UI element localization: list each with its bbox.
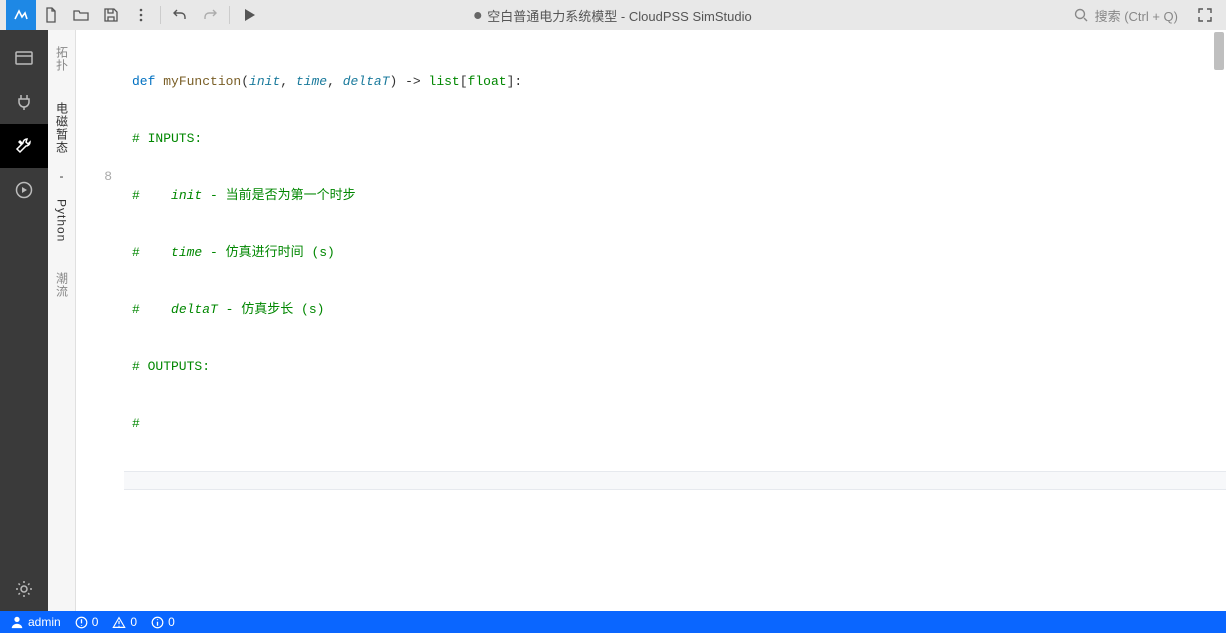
status-warnings-count: 0: [130, 615, 137, 629]
search-icon: [1073, 7, 1089, 23]
fullscreen-icon: [1197, 7, 1213, 23]
gear-icon: [14, 579, 34, 599]
logo-icon: [13, 7, 29, 23]
search-input[interactable]: 搜索 (Ctrl + Q): [1067, 4, 1184, 27]
separator: [160, 6, 161, 24]
toolbar-right: 搜索 (Ctrl + Q): [1067, 0, 1220, 30]
title-prefix: 空白普通电力系统模型: [487, 9, 617, 24]
current-line[interactable]: [124, 471, 1226, 490]
rail-item-components[interactable]: [0, 80, 48, 124]
status-warnings[interactable]: 0: [112, 615, 137, 629]
code-content[interactable]: def myFunction(init, time, deltaT) -> li…: [124, 30, 1226, 611]
folder-open-icon: [73, 7, 89, 23]
window-title: 空白普通电力系统模型 - CloudPSS SimStudio: [474, 6, 751, 25]
tab-powerflow[interactable]: 潮流: [56, 266, 68, 304]
play-circle-icon: [14, 180, 34, 200]
rail-item-settings[interactable]: [0, 567, 48, 611]
file-icon: [43, 7, 59, 23]
status-errors-count: 0: [92, 615, 99, 629]
logo-button[interactable]: [6, 0, 36, 30]
status-user[interactable]: admin: [10, 615, 61, 629]
open-file-button[interactable]: [66, 0, 96, 30]
separator: [229, 6, 230, 24]
search-placeholder: 搜索 (Ctrl + Q): [1095, 6, 1178, 25]
more-menu-button[interactable]: [126, 0, 156, 30]
new-file-button[interactable]: [36, 0, 66, 30]
redo-button[interactable]: [195, 0, 225, 30]
undo-button[interactable]: [165, 0, 195, 30]
status-infos[interactable]: 0: [151, 615, 175, 629]
fullscreen-button[interactable]: [1190, 0, 1220, 30]
tab-topology[interactable]: 拓扑: [56, 40, 68, 78]
play-icon: [241, 7, 257, 23]
info-icon: [151, 616, 164, 629]
status-bar: admin 0 0 0: [0, 611, 1226, 633]
status-infos-count: 0: [168, 615, 175, 629]
toolbar-left: [6, 0, 264, 30]
status-user-label: admin: [28, 615, 61, 629]
title-suffix: CloudPSS SimStudio: [629, 9, 752, 24]
warning-icon: [112, 616, 126, 629]
activity-bar: [0, 30, 48, 611]
toolbar: 空白普通电力系统模型 - CloudPSS SimStudio 搜索 (Ctrl…: [0, 0, 1226, 30]
rail-item-overview[interactable]: [0, 36, 48, 80]
current-line-number: 8: [76, 167, 112, 186]
body: 拓扑 电磁暂态 - Python 潮流 8 def myFunction(ini…: [0, 30, 1226, 611]
kebab-icon: [133, 7, 149, 23]
tools-icon: [14, 136, 34, 156]
save-icon: [103, 7, 119, 23]
card-icon: [14, 48, 34, 68]
status-errors[interactable]: 0: [75, 615, 99, 629]
plug-icon: [14, 92, 34, 112]
vertical-tabs: 拓扑 电磁暂态 - Python 潮流: [48, 30, 76, 611]
redo-icon: [202, 7, 218, 23]
rail-item-run[interactable]: [0, 168, 48, 212]
unsaved-dot-icon: [474, 12, 481, 19]
user-icon: [10, 615, 24, 629]
rail-item-tools[interactable]: [0, 124, 48, 168]
save-button[interactable]: [96, 0, 126, 30]
undo-icon: [172, 7, 188, 23]
scrollbar-thumb[interactable]: [1214, 32, 1224, 70]
gutter: 8: [76, 30, 124, 611]
code-editor[interactable]: 8 def myFunction(init, time, deltaT) -> …: [76, 30, 1226, 611]
run-button[interactable]: [234, 0, 264, 30]
tab-emt-python[interactable]: 电磁暂态 - Python: [56, 96, 68, 248]
error-icon: [75, 616, 88, 629]
